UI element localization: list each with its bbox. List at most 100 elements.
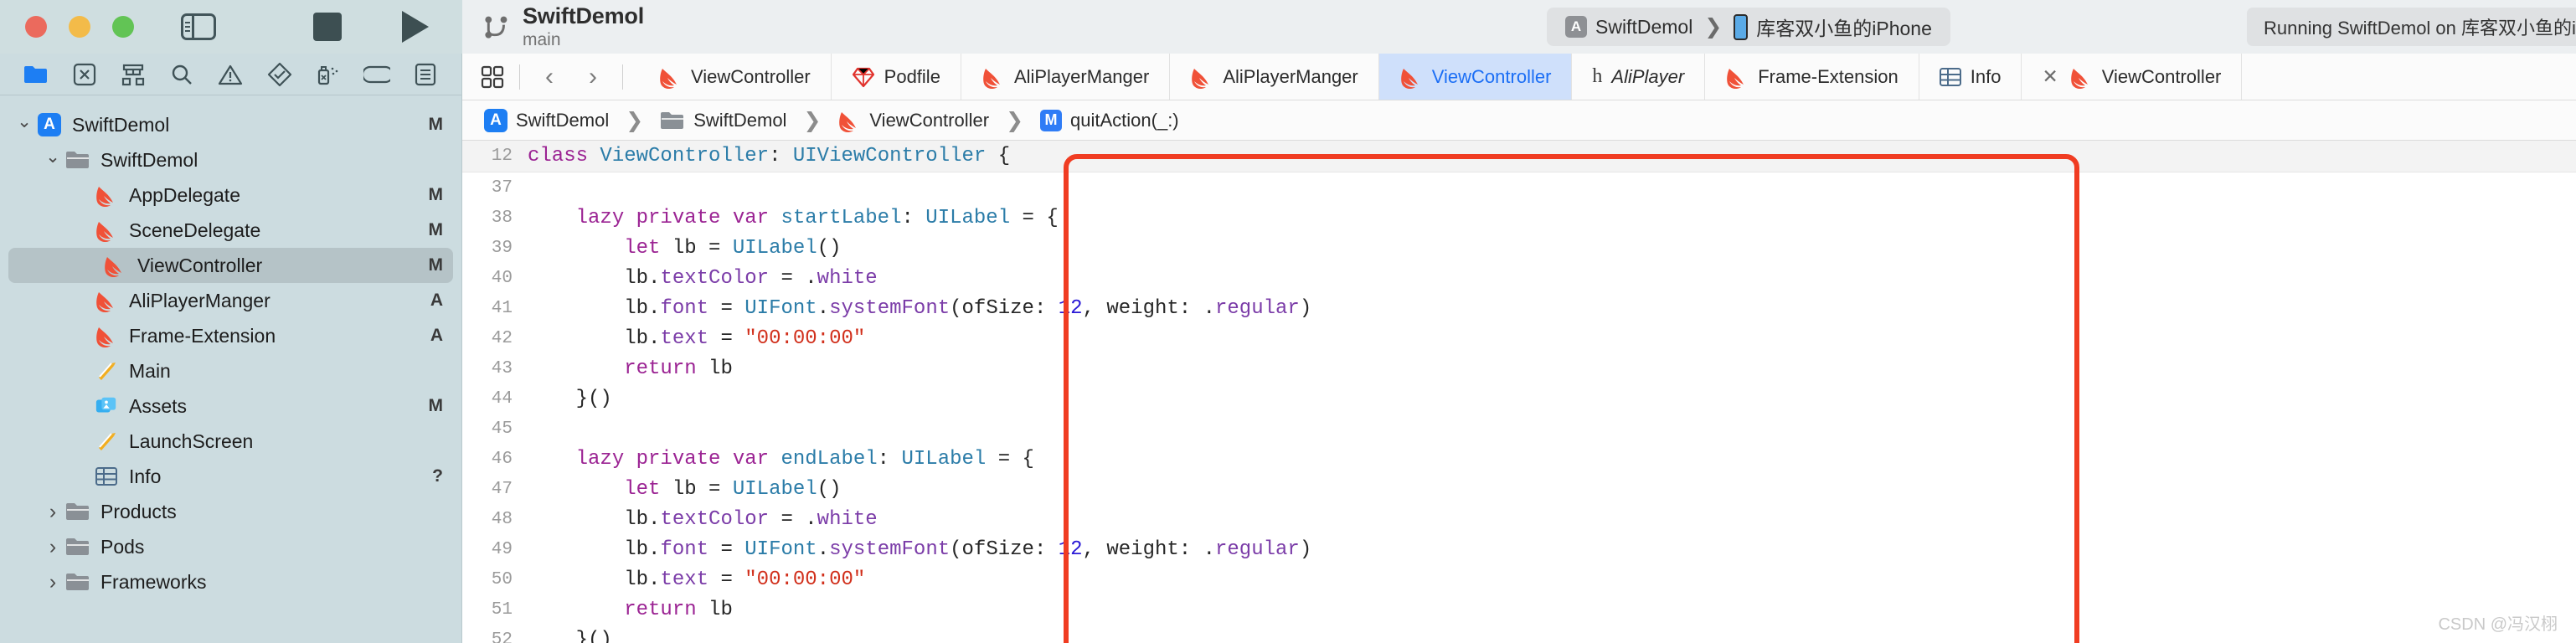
code-line[interactable]: 41 lb.font = UIFont.systemFont(ofSize: 1… xyxy=(462,293,2576,323)
tag-icon[interactable] xyxy=(363,60,391,89)
tab-label: ViewController xyxy=(691,65,811,87)
navigator-row-swiftdemol[interactable]: SwiftDemol xyxy=(0,142,461,177)
breadcrumb-separator-icon: ❯ xyxy=(626,108,644,132)
file-type-icon xyxy=(100,253,129,278)
code-line[interactable]: 38 lazy private var startLabel: UILabel … xyxy=(462,203,2576,233)
scm-status-badge: M xyxy=(428,115,444,134)
editor-tab-viewcontroller[interactable]: ViewController xyxy=(1378,54,1573,100)
navigator-row-info[interactable]: Info? xyxy=(0,459,461,494)
tab-label: ViewController xyxy=(1431,65,1552,87)
file-type-icon xyxy=(64,534,92,559)
code-line[interactable]: 50 lb.text = "00:00:00" xyxy=(462,564,2576,594)
breadcrumb-item[interactable]: A SwiftDemol xyxy=(484,108,609,132)
checkmark-diamond-icon[interactable] xyxy=(265,60,294,89)
zoom-window-button[interactable] xyxy=(112,16,134,38)
close-icon[interactable]: ✕ xyxy=(2042,65,2058,88)
code-editor[interactable]: 12 class ViewController: UIViewControlle… xyxy=(462,141,2576,643)
navigator-item-label: Info xyxy=(129,465,162,487)
editor-tab-viewcontroller[interactable]: ✕ ViewController xyxy=(2022,54,2243,100)
close-window-button[interactable] xyxy=(25,16,47,38)
navigator-row-viewcontroller[interactable]: ViewController M xyxy=(8,248,453,283)
code-line[interactable]: 40 lb.textColor = .white xyxy=(462,263,2576,293)
go-forward-icon[interactable]: › xyxy=(579,63,607,91)
jump-bar-breadcrumb[interactable]: A SwiftDemol ❯ SwiftDemol ❯ ViewController ❯ Mq… xyxy=(462,100,2576,141)
tab-label: Frame-Extension xyxy=(1758,65,1899,87)
editor-tab-aliplayermanger[interactable]: AliPlayerManger xyxy=(1170,54,1379,100)
navigator-item-label: AliPlayerManger xyxy=(129,289,270,311)
line-code: let lb = UILabel() xyxy=(528,478,841,501)
code-token: . xyxy=(817,296,830,320)
navigator-row-main[interactable]: Main xyxy=(0,353,461,388)
code-line[interactable]: 46 lazy private var endLabel: UILabel = … xyxy=(462,444,2576,474)
hierarchy-icon[interactable] xyxy=(119,60,147,89)
code-line[interactable]: 42 lb.text = "00:00:00" xyxy=(462,323,2576,353)
code-line[interactable]: 52 }() xyxy=(462,625,2576,643)
breadcrumb-icon: M xyxy=(1040,109,1063,131)
run-button[interactable] xyxy=(402,11,429,43)
breadcrumb-item[interactable]: MquitAction(_:) xyxy=(1040,109,1179,131)
code-line[interactable]: 37 xyxy=(462,172,2576,203)
navigator-row-scenedelegate[interactable]: SceneDelegate M xyxy=(0,213,461,248)
editor-tab-aliplayermanger[interactable]: AliPlayerManger xyxy=(961,54,1171,100)
navigator-row-frameworks[interactable]: Frameworks xyxy=(0,564,461,599)
navigator-row-frame-extension[interactable]: Frame-Extension A xyxy=(0,318,461,353)
project-branch-block[interactable]: SwiftDemol main xyxy=(462,3,644,50)
editor-tab-viewcontroller[interactable]: ViewController xyxy=(638,54,832,100)
line-code: lb.font = UIFont.systemFont(ofSize: 12, … xyxy=(528,538,1311,561)
go-back-icon[interactable]: ‹ xyxy=(535,63,564,91)
disclosure-closed-icon[interactable] xyxy=(42,570,64,594)
code-lines[interactable]: 37 38 lazy private var startLabel: UILabe… xyxy=(462,172,2576,643)
tab-overview-icon[interactable] xyxy=(481,65,504,89)
scheme-destination-selector[interactable]: A SwiftDemol ❯ 库客双小鱼的iPhone xyxy=(1547,8,1950,46)
navigator-row-swiftdemol[interactable]: A SwiftDemol M xyxy=(0,107,461,142)
folder-icon[interactable] xyxy=(22,60,50,89)
report-icon[interactable] xyxy=(411,60,440,89)
code-line[interactable]: 45 xyxy=(462,414,2576,444)
folder-icon xyxy=(66,574,89,590)
code-line[interactable]: 47 let lb = UILabel() xyxy=(462,474,2576,504)
code-token: UIFont xyxy=(744,538,817,561)
project-navigator-tree[interactable]: ASwiftDemolMSwiftDemolAppDelegateMSceneD… xyxy=(0,95,461,643)
tab-file-icon xyxy=(1399,65,1423,89)
stop-button[interactable] xyxy=(313,13,342,41)
code-line[interactable]: 49 lb.font = UIFont.systemFont(ofSize: 1… xyxy=(462,534,2576,564)
search-icon[interactable] xyxy=(167,60,196,89)
navigator-row-launchscreen[interactable]: LaunchScreen xyxy=(0,424,461,459)
code-token: regular xyxy=(1215,538,1300,561)
breadcrumb-item[interactable]: SwiftDemol xyxy=(660,110,786,131)
issue-x-icon[interactable] xyxy=(70,60,99,89)
warning-icon[interactable] xyxy=(216,60,245,89)
code-line[interactable]: 48 lb.textColor = .white xyxy=(462,504,2576,534)
code-line[interactable]: 51 return lb xyxy=(462,594,2576,625)
breadcrumb-item[interactable]: ViewController xyxy=(837,109,989,132)
editor-tab-info[interactable]: Info xyxy=(1919,54,2022,100)
disclosure-open-icon[interactable] xyxy=(13,115,35,136)
code-line[interactable]: 44 }() xyxy=(462,383,2576,414)
activity-status-bar[interactable]: Running SwiftDemol on 库客双小鱼的iPhone xyxy=(2247,8,2576,46)
app-store-icon: A xyxy=(484,108,507,132)
navigator-row-appdelegate[interactable]: AppDelegate M xyxy=(0,177,461,213)
navigator-row-products[interactable]: Products xyxy=(0,494,461,529)
minimize-window-button[interactable] xyxy=(69,16,90,38)
spray-debug-icon[interactable] xyxy=(314,60,343,89)
editor-tab-aliplayer[interactable]: h AliPlayer xyxy=(1572,54,1706,100)
scm-status-badge: M xyxy=(428,220,444,239)
navigator-row-aliplayermanger[interactable]: AliPlayerManger A xyxy=(0,283,461,318)
code-token: = { xyxy=(986,447,1034,471)
editor-tab-podfile[interactable]: Podfile xyxy=(832,54,961,100)
navigator-row-pods[interactable]: Pods xyxy=(0,529,461,564)
disclosure-closed-icon[interactable] xyxy=(42,535,64,559)
line-number: 48 xyxy=(491,509,513,529)
disclosure-closed-icon[interactable] xyxy=(42,500,64,524)
toggle-navigator-icon[interactable] xyxy=(181,13,216,40)
code-line[interactable]: 43 return lb xyxy=(462,353,2576,383)
code-line[interactable]: 39 let lb = UILabel() xyxy=(462,233,2576,263)
disclosure-open-icon[interactable] xyxy=(42,150,64,171)
line-code: }() xyxy=(528,388,612,410)
editor-tab-frame-extension[interactable]: Frame-Extension xyxy=(1705,54,1919,100)
code-token: UIViewController xyxy=(792,145,987,167)
file-type-icon xyxy=(92,358,121,383)
navigator-row-assets[interactable]: Assets M xyxy=(0,388,461,424)
code-token: }() xyxy=(528,628,612,643)
breadcrumb-separator-icon: ❯ xyxy=(1006,108,1024,132)
